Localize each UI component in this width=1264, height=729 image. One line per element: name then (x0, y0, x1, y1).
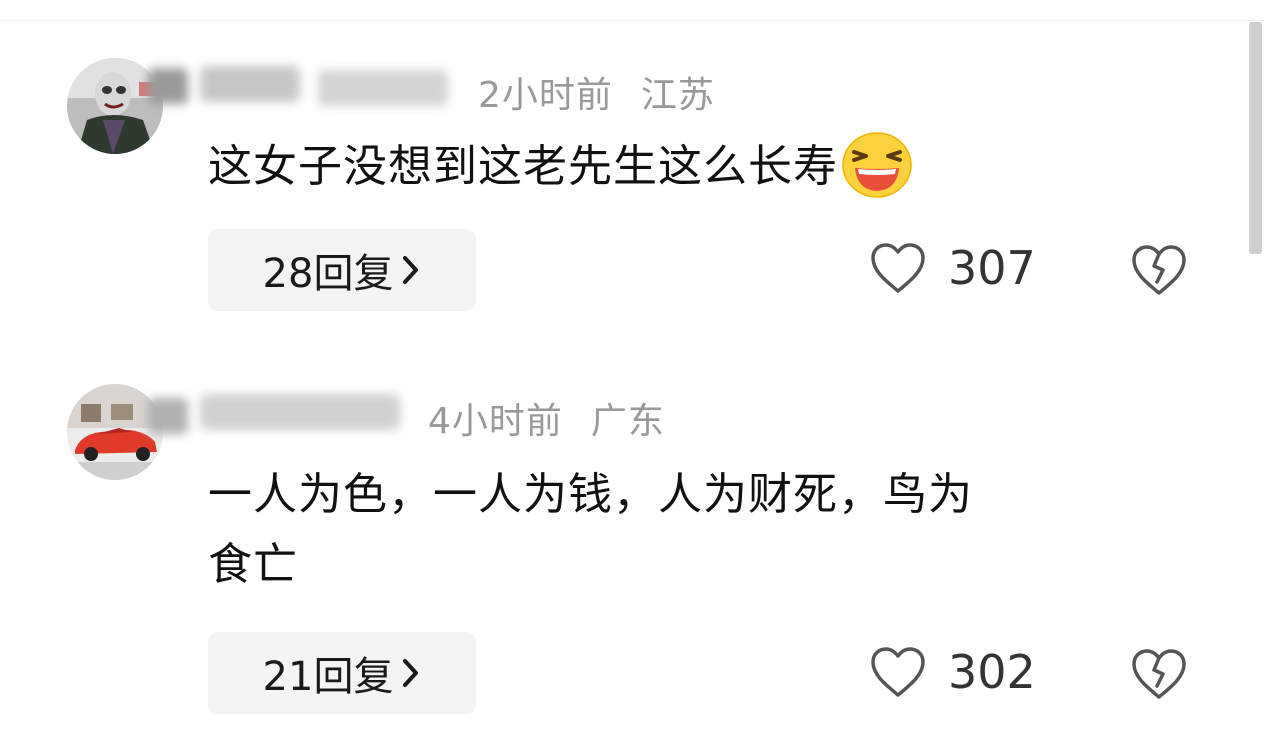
like-button[interactable]: 307 (868, 240, 1036, 296)
top-divider (0, 20, 1264, 21)
reply-button[interactable]: 28回复 (208, 229, 476, 311)
chevron-right-icon (403, 256, 419, 284)
scrollbar[interactable] (1249, 22, 1262, 254)
comment-text-content: 这女子没想到这老先生这么长寿 (208, 141, 838, 192)
comment-meta: 2小时前 江苏 (478, 66, 715, 118)
comment-text: 一人为色，一人为钱，人为财死，鸟为 食亡 (208, 460, 1198, 600)
broken-heart-icon[interactable] (1130, 242, 1188, 298)
username-blurred[interactable] (200, 66, 300, 102)
comment-list: 2小时前 江苏 这女子没想到这老先生这么长寿 28回复 307 4小时前 广东 … (0, 0, 1264, 729)
username-blurred[interactable] (200, 394, 400, 430)
laughing-emoji-icon (842, 132, 912, 198)
comment-location: 广东 (590, 401, 665, 442)
like-button[interactable]: 302 (868, 644, 1036, 700)
reply-count-label: 21回复 (262, 654, 394, 700)
broken-heart-icon[interactable] (1130, 646, 1188, 702)
username-blurred[interactable] (318, 70, 448, 106)
username-blurred[interactable] (148, 398, 188, 434)
comment-location: 江苏 (640, 75, 715, 116)
username-blurred[interactable] (148, 68, 188, 104)
comment-text-line: 一人为色，一人为钱，人为财死，鸟为 (208, 469, 973, 520)
like-count: 302 (948, 645, 1036, 699)
heart-outline-icon (871, 243, 925, 293)
like-count: 307 (948, 241, 1036, 295)
comment-text-line: 食亡 (208, 539, 298, 590)
chevron-right-icon (403, 659, 419, 687)
comment-meta: 4小时前 广东 (428, 392, 665, 444)
reply-button[interactable]: 21回复 (208, 632, 476, 714)
heart-outline-icon (871, 647, 925, 697)
comment-time: 4小时前 (428, 401, 563, 442)
comment-time: 2小时前 (478, 75, 613, 116)
comment-text: 这女子没想到这老先生这么长寿 (208, 132, 1198, 202)
reply-count-label: 28回复 (262, 251, 394, 297)
